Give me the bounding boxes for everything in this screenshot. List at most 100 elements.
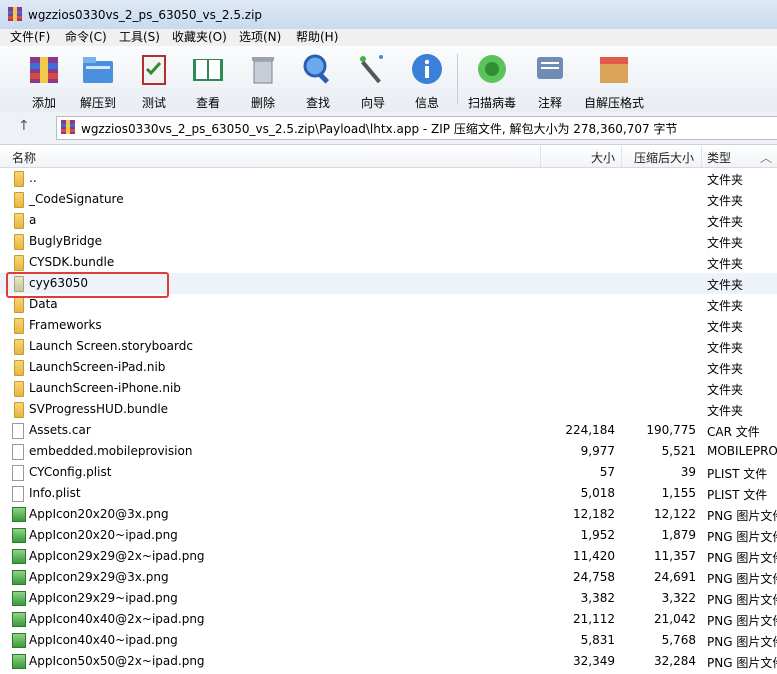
file-list: .. 文件夹 _CodeSignature 文件夹 a 文件夹 BuglyBridge 文件夹… [0,168,777,674]
add-button[interactable]: 添加 [22,49,66,110]
item-type: 文件夹 [707,404,744,418]
list-item[interactable]: .. 文件夹 [0,168,777,189]
folder-icon [14,255,24,271]
winrar-icon [8,7,22,21]
png-file-icon [12,591,26,606]
extract-folder-icon [83,57,113,83]
column-size[interactable]: 大小 [591,149,615,166]
item-name: _CodeSignature [29,192,124,206]
column-packed[interactable]: 压缩后大小 [634,149,694,166]
highlight-box [6,272,169,298]
list-item[interactable]: Frameworks 文件夹 [0,315,777,336]
menu-options[interactable]: 选项(N) [237,29,283,46]
scan-virus-button[interactable]: 扫描病毒 [466,49,518,110]
list-item[interactable]: LaunchScreen-iPhone.nib 文件夹 [0,378,777,399]
list-item[interactable]: AppIcon40x40@2x~ipad.png 21,112 21,042 PNG … [0,609,777,630]
toolbar: 添加 解压到 测试 查看 删除 查找 向导 信息 扫描病毒 注释 自解压格式 [0,46,777,113]
list-item[interactable]: SVProgressHUD.bundle 文件夹 [0,399,777,420]
list-item[interactable]: _CodeSignature 文件夹 [0,189,777,210]
item-name: Launch Screen.storyboardc [29,339,193,353]
list-item[interactable]: AppIcon50x50@2x~ipad.png 32,349 32,284 PNG … [0,651,777,672]
list-item[interactable]: AppIcon29x29~ipad.png 3,382 3,322 PNG 图片文件 [0,588,777,609]
extract-to-button[interactable]: 解压到 [75,49,121,110]
item-type: PLIST 文件 [707,467,768,481]
up-arrow-icon[interactable]: ↑ [18,118,30,134]
list-item[interactable]: Assets.car 224,184 190,775 CAR 文件 [0,420,777,441]
info-label: 信息 [414,96,439,110]
folder-icon [14,297,24,313]
list-item[interactable]: CYConfig.plist 57 39 PLIST 文件 [0,462,777,483]
column-divider [701,146,702,167]
png-file-icon [12,654,26,669]
list-item[interactable]: AppIcon40x40~ipad.png 5,831 5,768 PNG 图片文件 [0,630,777,651]
sfx-button[interactable]: 自解压格式 [582,49,646,110]
list-item[interactable]: AppIcon20x20~ipad.png 1,952 1,879 PNG 图片文件 [0,525,777,546]
column-type[interactable]: 类型 [707,149,731,166]
column-name[interactable]: 名称 [12,149,36,166]
trash-icon [252,57,274,84]
wizard-button[interactable]: 向导 [351,49,395,110]
menu-tools[interactable]: 工具(S) [117,29,162,46]
item-packed-size: 5,521 [661,444,696,458]
list-item[interactable]: a 文件夹 [0,210,777,231]
item-type: 文件夹 [707,194,744,208]
add-archive-icon [30,57,58,83]
menu-help[interactable]: 帮助(H) [294,29,340,46]
comment-button[interactable]: 注释 [528,49,572,110]
item-name: .. [29,171,37,185]
path-field[interactable]: wgzzios0330vs_2_ps_63050_vs_2.5.zip\Payl… [56,116,777,140]
item-type: PNG 图片文件 [707,593,777,607]
item-type: PNG 图片文件 [707,530,777,544]
scan-virus-label: 扫描病毒 [467,96,516,110]
add-label: 添加 [31,96,56,110]
list-item[interactable]: CYSDK.bundle 文件夹 [0,252,777,273]
list-item[interactable]: AppIcon29x29@3x.png 24,758 24,691 PNG 图片文件 [0,567,777,588]
menu-file[interactable]: 文件(F) [8,29,52,46]
list-item[interactable]: LaunchScreen-iPad.nib 文件夹 [0,357,777,378]
menu-favorites[interactable]: 收藏夹(O) [170,29,229,46]
item-size: 5,831 [580,633,615,647]
png-file-icon [12,570,26,585]
folder-icon [14,171,24,187]
item-name: AppIcon20x20@3x.png [29,507,169,521]
item-name: Info.plist [29,486,81,500]
find-label: 查找 [305,96,330,110]
item-packed-size: 32,284 [654,654,696,668]
item-name: Assets.car [29,423,91,437]
delete-button[interactable]: 删除 [241,49,285,110]
comment-label: 注释 [537,96,562,110]
find-button[interactable]: 查找 [296,49,340,110]
zip-archive-icon [61,120,75,134]
png-file-icon [12,633,26,648]
menu-commands[interactable]: 命令(C) [63,29,109,46]
item-size: 5,018 [580,486,615,500]
item-name: AppIcon50x50@2x~ipad.png [29,654,205,668]
item-name: AppIcon29x29@2x~ipad.png [29,549,205,563]
item-size: 224,184 [565,423,615,437]
test-button[interactable]: 测试 [132,49,176,110]
item-packed-size: 12,122 [654,507,696,521]
item-size: 21,112 [573,612,615,626]
list-item[interactable]: Info.plist 5,018 1,155 PLIST 文件 [0,483,777,504]
file-icon [12,423,24,439]
item-name: AppIcon29x29~ipad.png [29,591,178,605]
list-item[interactable]: AppIcon29x29@2x~ipad.png 11,420 11,357 PNG … [0,546,777,567]
list-item[interactable]: Launch Screen.storyboardc 文件夹 [0,336,777,357]
item-type: 文件夹 [707,362,744,376]
info-button[interactable]: 信息 [405,49,449,110]
item-name: a [29,213,37,227]
address-bar: ↑ wgzzios0330vs_2_ps_63050_vs_2.5.zip\Pa… [0,112,777,145]
file-icon [12,444,24,460]
column-header: 名称 大小 压缩后大小 类型 ︿ [0,146,777,168]
test-label: 测试 [141,96,166,110]
clipboard-check-icon [142,55,166,85]
list-item[interactable]: embedded.mobileprovision 9,977 5,521 MOBILE… [0,441,777,462]
list-item[interactable]: AppIcon20x20@3x.png 12,182 12,122 PNG 图片文件 [0,504,777,525]
item-type: 文件夹 [707,299,744,313]
item-name: CYConfig.plist [29,465,112,479]
info-icon [412,54,442,84]
column-divider [621,146,622,167]
list-item[interactable]: BuglyBridge 文件夹 [0,231,777,252]
item-size: 11,420 [573,549,615,563]
view-button[interactable]: 查看 [186,49,230,110]
